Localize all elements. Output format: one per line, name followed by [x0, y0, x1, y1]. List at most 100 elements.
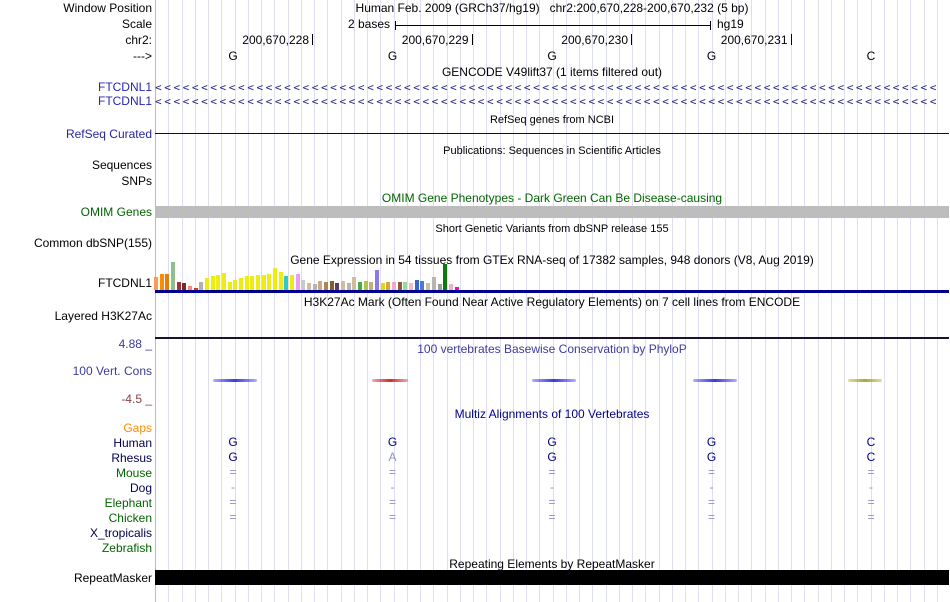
gencode-title[interactable]: GENCODE V49lift37 (1 items filtered out): [155, 65, 949, 79]
multiz-align-cell-human[interactable]: G: [547, 436, 556, 449]
gtex-tissue-bar: [443, 264, 448, 290]
refseq-curated-track-line[interactable]: [155, 133, 949, 134]
multiz-align-cell-chicken[interactable]: =: [548, 511, 555, 524]
multiz-align-cell-mouse[interactable]: =: [548, 466, 555, 479]
gtex-track-baseline[interactable]: [155, 290, 949, 293]
gtex-tissue-bar: [324, 282, 329, 290]
h3k27ac-title[interactable]: H3K27Ac Mark (Often Found Near Active Re…: [155, 295, 949, 309]
multiz-species-label-mouse[interactable]: Mouse: [0, 466, 152, 480]
multiz-align-cell-elephant[interactable]: =: [867, 496, 874, 509]
gtex-tissue-bar: [227, 282, 232, 290]
refseq-title[interactable]: RefSeq genes from NCBI: [155, 113, 949, 127]
phylop-conservation-mark[interactable]: [213, 379, 257, 382]
phylop-conservation-mark[interactable]: [693, 379, 737, 382]
label-scale[interactable]: Scale: [0, 17, 152, 31]
gtex-tissue-bar: [188, 286, 193, 290]
multiz-align-cell-chicken[interactable]: =: [389, 511, 396, 524]
multiz-species-label-zebrafish[interactable]: Zebrafish: [0, 541, 152, 555]
multiz-align-cell-rhesus[interactable]: C: [867, 451, 876, 464]
h3k27ac-track-baseline[interactable]: [155, 337, 949, 339]
multiz-align-cell-mouse[interactable]: =: [867, 466, 874, 479]
multiz-align-cell-chicken[interactable]: =: [867, 511, 874, 524]
label-omim-genes[interactable]: OMIM Genes: [0, 205, 152, 219]
label-snps[interactable]: SNPs: [0, 174, 152, 188]
multiz-align-cell-rhesus[interactable]: G: [707, 451, 716, 464]
multiz-species-label-gaps[interactable]: Gaps: [0, 421, 152, 435]
multiz-align-cell-dog[interactable]: -: [550, 481, 554, 494]
multiz-align-cell-dog[interactable]: -: [710, 481, 714, 494]
gtex-tissue-bar: [420, 281, 425, 290]
gtex-tissue-bar: [222, 273, 227, 290]
multiz-align-cell-rhesus[interactable]: A: [388, 451, 396, 464]
gtex-tissue-bar: [171, 262, 175, 290]
scale-bar-end-tick: [710, 21, 711, 30]
phylop-conservation-mark[interactable]: [848, 379, 882, 382]
multiz-species-label-x_tropicalis[interactable]: X_tropicalis: [0, 526, 152, 540]
label-ftcdnl1-gtex[interactable]: FTCDNL1: [0, 276, 152, 290]
multiz-align-cell-mouse[interactable]: =: [389, 466, 396, 479]
gtex-tissue-bar: [256, 275, 261, 290]
multiz-align-cell-mouse[interactable]: =: [229, 466, 236, 479]
repeatmasker-title[interactable]: Repeating Elements by RepeatMasker: [155, 557, 949, 571]
label-common-dbsnp[interactable]: Common dbSNP(155): [0, 236, 152, 250]
label-window-position[interactable]: Window Position: [0, 1, 152, 15]
label-phylop-max[interactable]: 4.88 _: [0, 337, 152, 351]
label-layered-h3k27ac[interactable]: Layered H3K27Ac: [0, 309, 152, 323]
multiz-title[interactable]: Multiz Alignments of 100 Vertebrates: [155, 407, 949, 421]
gtex-tissue-bar: [278, 272, 283, 290]
gtex-tissue-bar: [346, 283, 351, 290]
phylop-title[interactable]: 100 vertebrates Basewise Conservation by…: [155, 342, 949, 356]
multiz-align-cell-elephant[interactable]: =: [708, 496, 715, 509]
gtex-tissue-bar: [352, 277, 357, 290]
multiz-align-cell-human[interactable]: C: [867, 436, 876, 449]
label-100-vert-cons[interactable]: 100 Vert. Cons: [0, 364, 152, 378]
gtex-tissue-bar: [341, 281, 346, 290]
gtex-tissue-bar: [295, 274, 300, 290]
multiz-align-cell-dog[interactable]: -: [391, 481, 395, 494]
multiz-align-cell-dog[interactable]: -: [231, 481, 235, 494]
publications-title[interactable]: Publications: Sequences in Scientific Ar…: [155, 144, 949, 158]
multiz-align-cell-rhesus[interactable]: G: [228, 451, 237, 464]
label-strand[interactable]: --->: [0, 49, 152, 63]
reference-base: G: [387, 49, 398, 63]
multiz-align-cell-chicken[interactable]: =: [708, 511, 715, 524]
multiz-align-cell-mouse[interactable]: =: [708, 466, 715, 479]
phylop-conservation-mark[interactable]: [532, 379, 576, 382]
gtex-tissue-bar: [239, 278, 244, 290]
omim-title[interactable]: OMIM Gene Phenotypes - Dark Green Can Be…: [155, 191, 949, 205]
gtex-tissue-bar: [363, 281, 368, 290]
phylop-conservation-mark[interactable]: [372, 379, 408, 382]
multiz-align-cell-human[interactable]: G: [388, 436, 397, 449]
genome-browser-image[interactable]: Human Feb. 2009 (GRCh37/hg19) chr2:200,6…: [0, 0, 950, 602]
label-ftcdnl1-gencode-2[interactable]: FTCDNL1: [0, 94, 152, 108]
multiz-align-cell-dog[interactable]: -: [869, 481, 873, 494]
scale-bar-line: [395, 25, 710, 26]
label-refseq-curated[interactable]: RefSeq Curated: [0, 127, 152, 141]
multiz-align-cell-chicken[interactable]: =: [229, 511, 236, 524]
label-repeatmasker[interactable]: RepeatMasker: [0, 571, 152, 585]
label-ftcdnl1-gencode-1[interactable]: FTCDNL1: [0, 80, 152, 94]
multiz-align-cell-elephant[interactable]: =: [548, 496, 555, 509]
multiz-align-cell-elephant[interactable]: =: [229, 496, 236, 509]
gtex-tissue-bar: [267, 274, 272, 290]
multiz-align-cell-elephant[interactable]: =: [389, 496, 396, 509]
multiz-align-cell-rhesus[interactable]: G: [547, 451, 556, 464]
gencode-gene-arrows-row-1[interactable]: <<<<<<<<<<<<<<<<<<<<<<<<<<<<<<<<<<<<<<<<…: [155, 81, 948, 94]
multiz-species-label-rhesus[interactable]: Rhesus: [0, 451, 152, 465]
multiz-species-label-elephant[interactable]: Elephant: [0, 496, 152, 510]
multiz-species-label-chicken[interactable]: Chicken: [0, 511, 152, 525]
repeatmasker-element-bar[interactable]: [155, 570, 949, 585]
gencode-gene-arrows-row-2[interactable]: <<<<<<<<<<<<<<<<<<<<<<<<<<<<<<<<<<<<<<<<…: [155, 95, 948, 108]
multiz-align-cell-human[interactable]: G: [228, 436, 237, 449]
gtex-title[interactable]: Gene Expression in 54 tissues from GTEx …: [155, 253, 949, 267]
multiz-align-cell-human[interactable]: G: [707, 436, 716, 449]
label-chrom[interactable]: chr2:: [0, 33, 152, 47]
dbsnp-title[interactable]: Short Genetic Variants from dbSNP releas…: [155, 222, 949, 236]
label-phylop-min[interactable]: -4.5 _: [0, 392, 152, 406]
label-sequences[interactable]: Sequences: [0, 158, 152, 172]
gtex-tissue-bar: [448, 284, 453, 290]
multiz-species-label-dog[interactable]: Dog: [0, 481, 152, 495]
omim-genes-bar[interactable]: [155, 206, 949, 218]
scale-bar-end-tick: [395, 21, 396, 30]
multiz-species-label-human[interactable]: Human: [0, 436, 152, 450]
